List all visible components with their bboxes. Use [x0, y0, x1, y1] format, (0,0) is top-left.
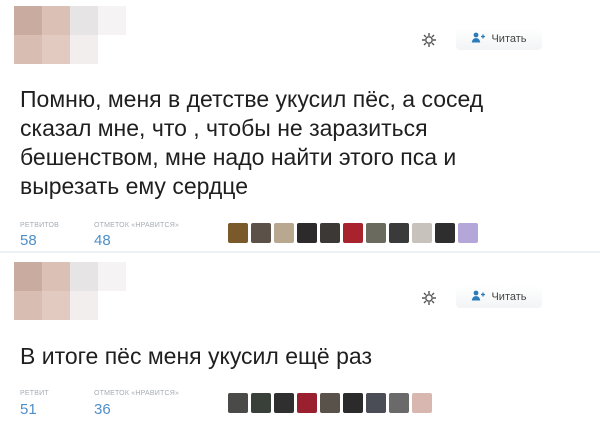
follow-button[interactable]: Читать: [456, 286, 542, 308]
follow-label: Читать: [491, 291, 527, 303]
liker-avatar[interactable]: [320, 223, 340, 243]
liker-avatar[interactable]: [435, 223, 455, 243]
liker-avatars: [228, 390, 432, 416]
liker-avatar[interactable]: [389, 393, 409, 413]
retweets-label: РЕТВИТ: [20, 390, 49, 397]
tweet: Читать Помню, меня в детстве укусил пёс,…: [0, 0, 600, 252]
likes-label: ОТМЕТОК «НРАВИТСЯ»: [94, 222, 180, 229]
avatar-pixel: [70, 6, 98, 35]
liker-avatar[interactable]: [320, 393, 340, 413]
liker-avatar[interactable]: [366, 393, 386, 413]
tweet: Читать В итоге пёс меня укусил ещё раз Р…: [0, 254, 600, 440]
likes-count[interactable]: 48: [94, 232, 111, 249]
avatar-pixel: [14, 35, 42, 64]
liker-avatar[interactable]: [389, 223, 409, 243]
follow-button[interactable]: Читать: [456, 28, 542, 50]
avatar-pixel: [70, 262, 98, 291]
add-person-icon: [471, 290, 486, 304]
avatar-pixel: [70, 291, 98, 320]
liker-avatar[interactable]: [412, 393, 432, 413]
liker-avatar[interactable]: [251, 393, 271, 413]
avatar-pixel: [14, 262, 42, 291]
liker-avatars: [228, 220, 478, 246]
liker-avatar[interactable]: [297, 223, 317, 243]
avatar[interactable]: [14, 262, 126, 320]
tweet-text: В итоге пёс меня укусил ещё раз: [20, 343, 372, 369]
likes-count[interactable]: 36: [94, 401, 111, 418]
avatar-pixel: [42, 262, 70, 291]
avatar-pixel: [98, 35, 126, 64]
liker-avatar[interactable]: [343, 393, 363, 413]
liker-avatar[interactable]: [274, 223, 294, 243]
avatar-pixel: [98, 291, 126, 320]
liker-avatar[interactable]: [366, 223, 386, 243]
tweet-text: Помню, меня в детстве укусил пёс, а сосе…: [20, 86, 484, 199]
liker-avatar[interactable]: [274, 393, 294, 413]
liker-avatar[interactable]: [228, 223, 248, 243]
retweets-count[interactable]: 58: [20, 232, 37, 249]
liker-avatar[interactable]: [412, 223, 432, 243]
avatar[interactable]: [14, 6, 126, 64]
liker-avatar[interactable]: [458, 223, 478, 243]
gear-icon[interactable]: [421, 32, 437, 48]
gear-icon[interactable]: [421, 290, 437, 306]
liker-avatar[interactable]: [343, 223, 363, 243]
avatar-pixel: [98, 262, 126, 291]
avatar-pixel: [14, 6, 42, 35]
avatar-pixel: [42, 35, 70, 64]
follow-label: Читать: [491, 33, 527, 45]
avatar-pixel: [14, 291, 42, 320]
avatar-pixel: [42, 291, 70, 320]
avatar-pixel: [70, 35, 98, 64]
liker-avatar[interactable]: [228, 393, 248, 413]
likes-label: ОТМЕТОК «НРАВИТСЯ»: [94, 390, 180, 397]
retweets-label: РЕТВИТОВ: [20, 222, 59, 229]
avatar-pixel: [42, 6, 70, 35]
retweets-count[interactable]: 51: [20, 401, 37, 418]
add-person-icon: [471, 32, 486, 46]
liker-avatar[interactable]: [297, 393, 317, 413]
avatar-pixel: [98, 6, 126, 35]
liker-avatar[interactable]: [251, 223, 271, 243]
